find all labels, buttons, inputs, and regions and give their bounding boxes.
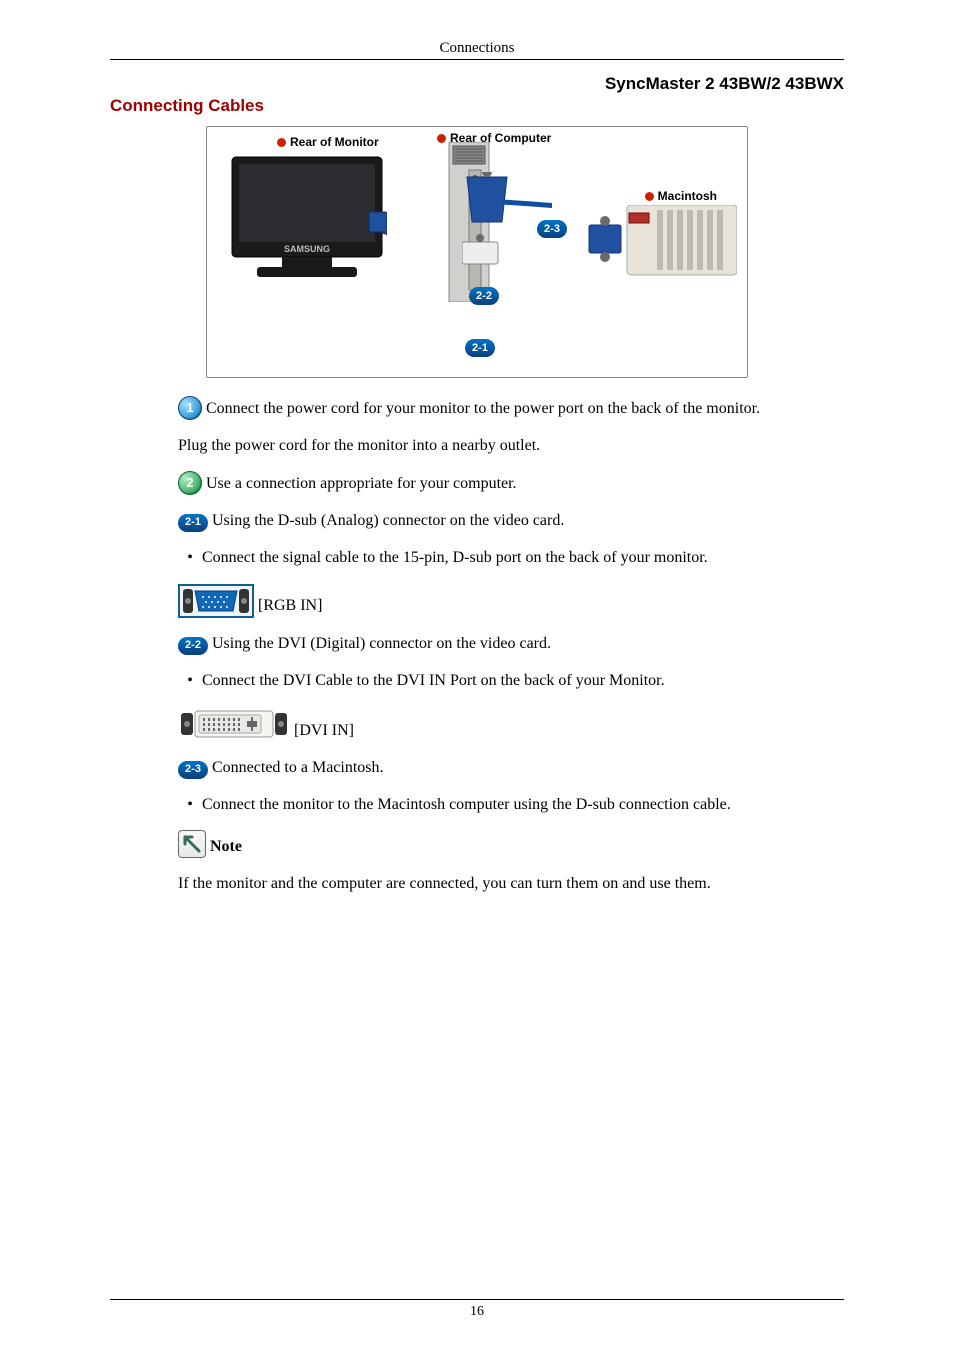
badge-2-1-icon: 2-1 [178,514,208,532]
macintosh-icon [587,205,737,295]
rgb-port-line: [RGB IN] [178,584,844,618]
badge-2-2-icon: 2-2 [178,637,208,655]
step-2-2-bullet: Connect the DVI Cable to the DVI IN Port… [178,669,844,692]
dvi-port-icon [178,706,290,742]
badge-2-3-icon: 2-3 [178,761,208,779]
section-title: Connecting Cables [110,96,844,116]
page-footer: 16 [0,1299,954,1320]
note-heading: Note [178,830,844,858]
dvi-port-line: [DVI IN] [178,706,844,742]
callout-2-3: 2-3 [537,220,567,238]
monitor-icon: SAMSUNG [227,152,387,302]
step-2-1-bullet: Connect the signal cable to the 15-pin, … [178,546,844,569]
label-text: Rear of Monitor [290,135,379,149]
page: Connections SyncMaster 2 43BW/2 43BWX Co… [0,0,954,1350]
step-2-line: 2 Use a connection appropriate for your … [178,471,844,495]
label-macintosh: Macintosh [645,189,717,203]
connection-diagram: Rear of Monitor Rear of Computer Macinto… [206,126,748,378]
bullet-icon [645,192,654,201]
step-2-2-line: 2-2 Using the DVI (Digital) connector on… [178,632,844,655]
note-icon [178,830,206,858]
step-2-2-text: Using the DVI (Digital) connector on the… [212,632,551,655]
footer-rule [110,1299,844,1300]
step-2-1-line: 2-1 Using the D-sub (Analog) connector o… [178,509,844,532]
step-1b-text: Plug the power cord for the monitor into… [178,434,844,457]
step-2-3-bullet: Connect the monitor to the Macintosh com… [178,793,844,816]
model-number: SyncMaster 2 43BW/2 43BWX [110,74,844,94]
dvi-port-label: [DVI IN] [294,719,354,742]
label-text: Macintosh [658,189,717,203]
label-rear-monitor: Rear of Monitor [277,135,379,149]
badge-1-icon: 1 [178,396,202,420]
step-2-3-text: Connected to a Macintosh. [212,756,384,779]
body-content: 1 Connect the power cord for your monito… [110,396,844,896]
callout-2-1: 2-1 [465,339,495,357]
page-number: 16 [470,1304,484,1319]
note-label: Note [210,835,242,858]
running-header: Connections [110,40,844,60]
callout-2-2: 2-2 [469,287,499,305]
svg-text:SAMSUNG: SAMSUNG [284,244,330,254]
step-1-line: 1 Connect the power cord for your monito… [178,396,844,420]
step-2-3-line: 2-3 Connected to a Macintosh. [178,756,844,779]
step-2-text: Use a connection appropriate for your co… [206,472,517,495]
bullet-icon [277,138,286,147]
badge-2-icon: 2 [178,471,202,495]
note-body: If the monitor and the computer are conn… [178,872,844,895]
step-1-text: Connect the power cord for your monitor … [206,397,760,420]
rgb-port-label: [RGB IN] [258,594,322,617]
rgb-port-icon [178,584,254,618]
step-2-1-text: Using the D-sub (Analog) connector on th… [212,509,564,532]
